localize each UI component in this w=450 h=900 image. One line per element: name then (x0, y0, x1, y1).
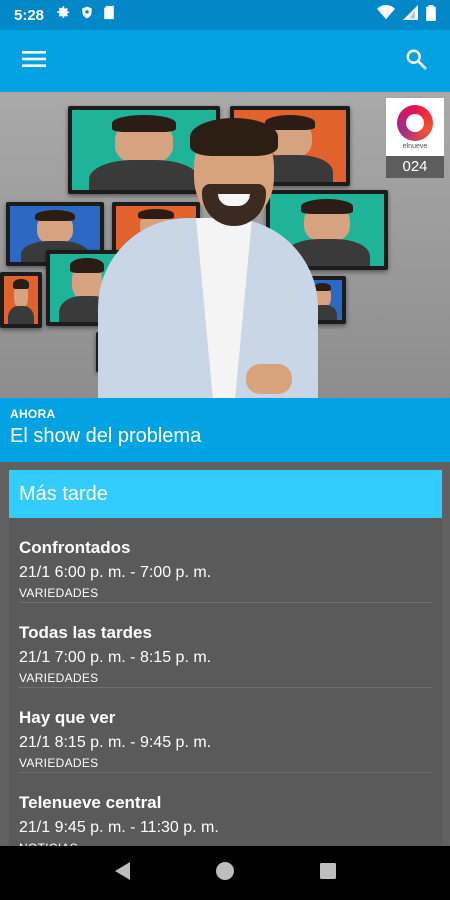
now-playing-panel[interactable]: AHORA El show del problema (0, 398, 450, 462)
host-figure (98, 118, 318, 398)
home-icon (215, 861, 235, 886)
recents-icon (319, 862, 337, 885)
search-button[interactable] (398, 43, 434, 79)
status-time: 5:28 (14, 6, 45, 24)
status-left-icons (56, 5, 115, 25)
schedule-item[interactable]: Confrontados 21/1 6:00 p. m. - 7:00 p. m… (19, 518, 432, 603)
shield-icon (80, 5, 94, 25)
home-button[interactable] (205, 853, 245, 893)
channel-logo-text: elnueve (402, 142, 428, 150)
screen: 5:28 elnueve 024 AHORA El show del probl… (0, 0, 450, 900)
signal-icon (403, 5, 418, 25)
back-icon (113, 861, 131, 886)
battery-icon (426, 4, 436, 26)
tv-screen (0, 272, 42, 328)
schedule-item[interactable]: Hay que ver 21/1 8:15 p. m. - 9:45 p. m.… (19, 688, 432, 773)
navigation-bar (0, 846, 450, 900)
program-title: Confrontados (19, 538, 131, 557)
program-title: Telenueve central (19, 793, 162, 812)
recents-button[interactable] (308, 853, 348, 893)
program-title: Hay que ver (19, 708, 116, 727)
schedule-item[interactable]: Todas las tardes 21/1 7:00 p. m. - 8:15 … (19, 603, 432, 688)
program-time: 21/1 6:00 p. m. - 7:00 p. m. (19, 564, 212, 581)
now-label: AHORA (10, 407, 56, 421)
later-card: Más tarde Confrontados 21/1 6:00 p. m. -… (9, 470, 442, 900)
program-genre: VARIEDADES (19, 586, 99, 600)
menu-button[interactable] (16, 43, 52, 79)
status-bar: 5:28 (0, 0, 450, 30)
schedule-list: Confrontados 21/1 6:00 p. m. - 7:00 p. m… (9, 518, 442, 858)
program-genre: VARIEDADES (19, 756, 99, 770)
channel-logo: elnueve (386, 98, 444, 156)
program-title: Todas las tardes (19, 623, 152, 642)
menu-icon (22, 49, 46, 74)
hero-image[interactable] (0, 92, 450, 398)
wifi-icon (377, 5, 395, 25)
back-button[interactable] (102, 853, 142, 893)
program-time: 21/1 8:15 p. m. - 9:45 p. m. (19, 734, 212, 751)
channel-number: 024 (386, 156, 444, 178)
channel-badge[interactable]: elnueve 024 (386, 98, 444, 178)
search-icon (405, 48, 427, 75)
program-time: 21/1 7:00 p. m. - 8:15 p. m. (19, 649, 212, 666)
now-title: El show del problema (10, 425, 202, 447)
later-header: Más tarde (9, 470, 442, 518)
status-right-icons (377, 4, 436, 26)
program-time: 21/1 9:45 p. m. - 11:30 p. m. (19, 819, 219, 836)
app-bar (0, 30, 450, 92)
gear-icon (56, 5, 71, 25)
sd-card-icon (103, 5, 115, 25)
program-genre: VARIEDADES (19, 671, 99, 685)
channel-logo-icon (397, 104, 433, 141)
